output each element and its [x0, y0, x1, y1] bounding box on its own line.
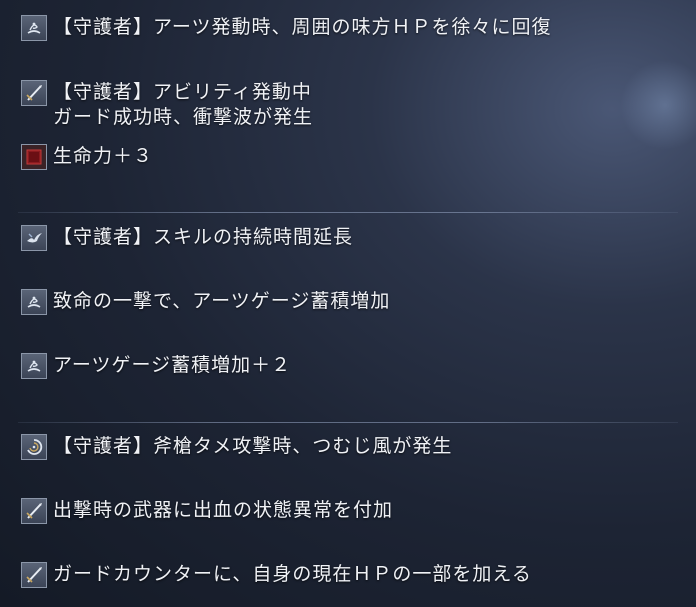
sword-icon [21, 80, 47, 106]
skill-text: 【守護者】アビリティ発動中 ガード成功時、衝撃波が発生 [53, 80, 313, 130]
section-divider [18, 422, 678, 423]
sword-icon [21, 562, 47, 588]
skill-row[interactable]: 【守護者】スキルの持続時間延長 [21, 225, 353, 251]
skill-line: 【守護者】スキルの持続時間延長 [53, 226, 354, 248]
skill-text: 致命の一撃で、アーツゲージ蓄積増加 [53, 289, 390, 314]
bird-icon [21, 225, 47, 251]
skill-line: 【守護者】アーツ発動時、周囲の味方ＨＰを徐々に回復 [53, 16, 552, 38]
skill-list-panel: 【守護者】アーツ発動時、周囲の味方ＨＰを徐々に回復 【守護者】アビリティ発動中 … [0, 0, 696, 607]
skill-row[interactable]: 【守護者】アビリティ発動中 ガード成功時、衝撃波が発生 [21, 80, 313, 130]
skill-row[interactable]: 出撃時の武器に出血の状態異常を付加 [21, 498, 393, 524]
skill-text: 生命力＋３ [53, 144, 153, 169]
skill-text: 【守護者】斧槍タメ攻撃時、つむじ風が発生 [53, 434, 452, 459]
skill-line: アーツゲージ蓄積増加＋２ [53, 354, 292, 376]
skill-row[interactable]: 【守護者】斧槍タメ攻撃時、つむじ風が発生 [21, 434, 452, 460]
skill-row[interactable]: 【守護者】アーツ発動時、周囲の味方ＨＰを徐々に回復 [21, 15, 551, 41]
skill-line: 致命の一撃で、アーツゲージ蓄積増加 [53, 290, 391, 312]
vitality-icon [21, 144, 47, 170]
skill-line: ガード成功時、衝撃波が発生 [53, 106, 314, 128]
skill-line: 生命力＋３ [53, 145, 154, 167]
skill-line: 【守護者】アビリティ発動中 [53, 81, 312, 103]
wave-emblem-icon [21, 353, 47, 379]
skill-line: ガードカウンターに、自身の現在ＨＰの一部を加える [53, 563, 532, 585]
skill-text: ガードカウンターに、自身の現在ＨＰの一部を加える [53, 562, 532, 587]
wave-emblem-icon [21, 289, 47, 315]
background-light [620, 60, 696, 150]
skill-row[interactable]: 生命力＋３ [21, 144, 153, 170]
skill-line: 【守護者】斧槍タメ攻撃時、つむじ風が発生 [53, 435, 453, 457]
skill-row[interactable]: ガードカウンターに、自身の現在ＨＰの一部を加える [21, 562, 532, 588]
skill-text: 【守護者】アーツ発動時、周囲の味方ＨＰを徐々に回復 [53, 15, 551, 40]
section-divider [18, 212, 678, 213]
wave-emblem-icon [21, 15, 47, 41]
skill-row[interactable]: 致命の一撃で、アーツゲージ蓄積増加 [21, 289, 390, 315]
skill-line: 出撃時の武器に出血の状態異常を付加 [53, 499, 394, 521]
skill-text: アーツゲージ蓄積増加＋２ [53, 353, 291, 378]
whirlwind-icon [21, 434, 47, 460]
skill-text: 【守護者】スキルの持続時間延長 [53, 225, 353, 250]
skill-text: 出撃時の武器に出血の状態異常を付加 [53, 498, 393, 523]
sword-icon [21, 498, 47, 524]
skill-row[interactable]: アーツゲージ蓄積増加＋２ [21, 353, 291, 379]
